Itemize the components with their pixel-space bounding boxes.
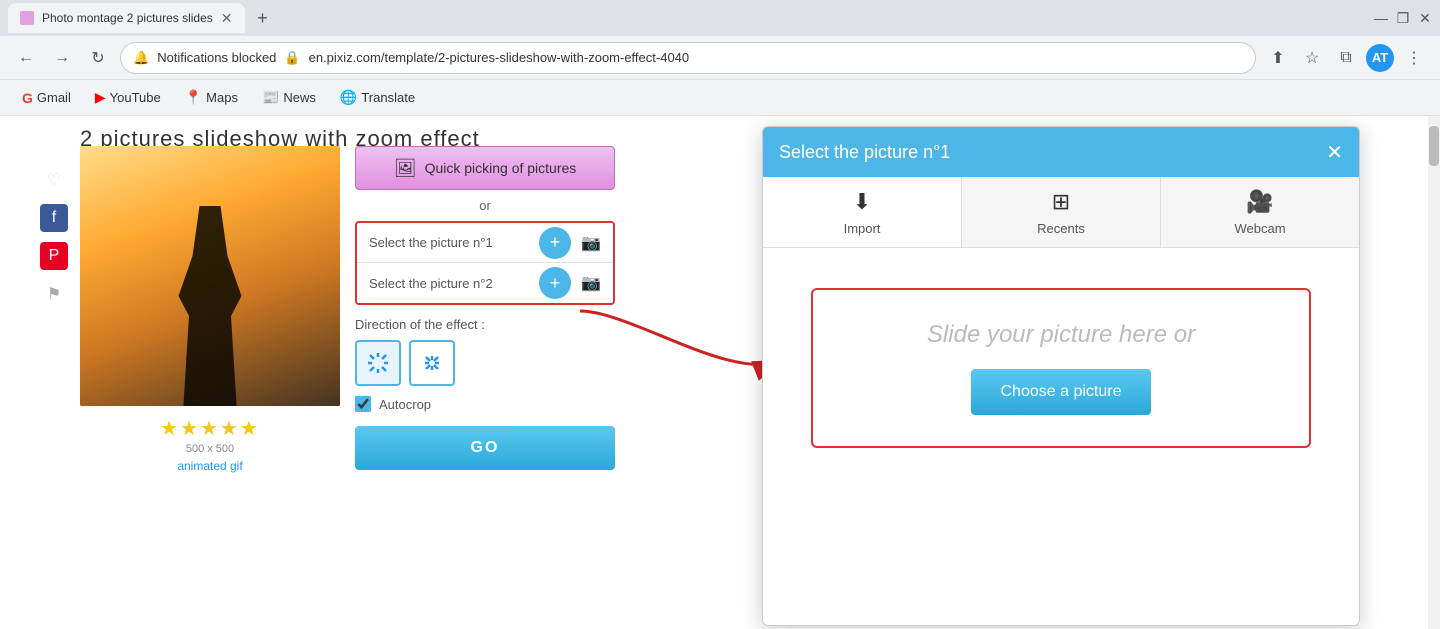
picture-select-group: Select the picture n°1 + 📷 Select the pi… — [355, 221, 615, 305]
import-label: Import — [844, 221, 881, 236]
gmail-icon: G — [22, 90, 33, 106]
youtube-icon: ▶ — [95, 89, 106, 106]
facebook-icon[interactable]: f — [40, 204, 68, 232]
bookmark-youtube[interactable]: ▶ YouTube — [85, 85, 171, 110]
quick-pick-button[interactable]: 🖼 Quick picking of pictures — [355, 146, 615, 190]
dialog-tabs: ⬇ Import ⊞ Recents 🎥 Webcam — [763, 177, 1359, 248]
picture2-label: Select the picture n°2 — [357, 276, 539, 291]
close-button[interactable]: ✕ — [1418, 11, 1432, 25]
social-sidebar: ♡ f P ⚑ — [40, 166, 68, 308]
window-controls: — ❐ ✕ — [1374, 11, 1432, 25]
dialog-body: Slide your picture here or Choose a pict… — [763, 248, 1359, 468]
dialog-title: Select the picture n°1 — [779, 142, 950, 163]
quick-pick-icon: 🖼 — [394, 158, 417, 179]
direction-zoom-out[interactable] — [409, 340, 455, 386]
translate-label: Translate — [361, 90, 415, 105]
direction-options — [355, 340, 615, 386]
news-icon: 📰 — [262, 89, 279, 106]
recents-label: Recents — [1037, 221, 1085, 236]
tab-recents[interactable]: ⊞ Recents — [962, 177, 1161, 247]
star-rating: ★★★★★ — [80, 416, 340, 441]
notification-blocked-icon: 🔔 — [133, 50, 149, 66]
lock-icon: 🔒 — [284, 50, 300, 66]
silhouette — [175, 206, 245, 406]
animated-gif-link[interactable]: animated gif — [80, 459, 340, 473]
translate-icon: 🌐 — [340, 89, 357, 106]
heart-icon[interactable]: ♡ — [40, 166, 68, 194]
picture2-row: Select the picture n°2 + 📷 — [357, 263, 613, 303]
go-button[interactable]: GO — [355, 426, 615, 470]
address-bar-actions: ⬆ ☆ ⧉ AT ⋮ — [1264, 44, 1428, 72]
split-button[interactable]: ⧉ — [1332, 44, 1360, 72]
dimensions: 500 x 500 — [80, 443, 340, 455]
choose-picture-button[interactable]: Choose a picture — [971, 369, 1151, 415]
pinterest-icon[interactable]: P — [40, 242, 68, 270]
autocrop-checkbox[interactable] — [355, 396, 371, 412]
drop-area[interactable]: Slide your picture here or Choose a pict… — [811, 288, 1311, 448]
notification-blocked-text: Notifications blocked — [157, 50, 276, 65]
maximize-button[interactable]: ❐ — [1396, 11, 1410, 25]
tab-close-button[interactable]: ✕ — [221, 10, 233, 27]
bookmark-maps[interactable]: 📍 Maps — [175, 85, 248, 110]
youtube-label: YouTube — [110, 90, 161, 105]
tab-favicon — [20, 11, 34, 25]
tab-import[interactable]: ⬇ Import — [763, 177, 962, 247]
tab-webcam[interactable]: 🎥 Webcam — [1161, 177, 1359, 247]
maps-icon: 📍 — [185, 89, 202, 106]
title-bar: Photo montage 2 pictures slides ✕ + — ❐ … — [0, 0, 1440, 36]
share-button[interactable]: ⬆ — [1264, 44, 1292, 72]
news-label: News — [283, 90, 316, 105]
preview-info: ★★★★★ 500 x 500 animated gif — [80, 416, 340, 473]
or-divider: or — [355, 198, 615, 213]
preview-image — [80, 146, 340, 406]
webcam-icon: 🎥 — [1246, 189, 1273, 215]
flag-icon[interactable]: ⚑ — [40, 280, 68, 308]
picture1-row: Select the picture n°1 + 📷 — [357, 223, 613, 263]
avatar[interactable]: AT — [1366, 44, 1394, 72]
bookmark-news[interactable]: 📰 News — [252, 85, 326, 110]
refresh-button[interactable]: ↻ — [84, 44, 112, 72]
maps-label: Maps — [206, 90, 238, 105]
bookmark-button[interactable]: ☆ — [1298, 44, 1326, 72]
tab-title: Photo montage 2 pictures slides — [42, 11, 213, 25]
url-bar[interactable]: 🔔 Notifications blocked 🔒 en.pixiz.com/t… — [120, 42, 1256, 74]
scrollbar-thumb[interactable] — [1429, 126, 1439, 166]
picture1-add-button[interactable]: + — [539, 227, 571, 259]
menu-button[interactable]: ⋮ — [1400, 44, 1428, 72]
picture1-label: Select the picture n°1 — [357, 235, 539, 250]
scrollbar[interactable] — [1428, 116, 1440, 629]
autocrop-label: Autocrop — [379, 397, 431, 412]
bookmark-translate[interactable]: 🌐 Translate — [330, 85, 425, 110]
dialog: Select the picture n°1 ✕ ⬇ Import ⊞ Rece… — [762, 126, 1360, 626]
minimize-button[interactable]: — — [1374, 11, 1388, 25]
picture2-camera-button[interactable]: 📷 — [575, 267, 607, 299]
dialog-header: Select the picture n°1 ✕ — [763, 127, 1359, 177]
gmail-label: Gmail — [37, 90, 71, 105]
direction-label: Direction of the effect : — [355, 317, 615, 332]
direction-zoom-in[interactable] — [355, 340, 401, 386]
recents-icon: ⊞ — [1052, 189, 1070, 215]
drop-text: Slide your picture here or — [927, 321, 1195, 349]
bookmarks-bar: G Gmail ▶ YouTube 📍 Maps 📰 News 🌐 Transl… — [0, 80, 1440, 116]
controls-panel: 🖼 Quick picking of pictures or Select th… — [355, 146, 615, 470]
autocrop-row: Autocrop — [355, 396, 615, 412]
bookmark-gmail[interactable]: G Gmail — [12, 86, 81, 110]
import-icon: ⬇ — [853, 189, 871, 215]
new-tab-button[interactable]: + — [249, 4, 277, 32]
dialog-close-button[interactable]: ✕ — [1326, 140, 1343, 165]
webcam-label: Webcam — [1234, 221, 1285, 236]
back-button[interactable]: ← — [12, 44, 40, 72]
page-content: 2 pictures slideshow with zoom effect ♡ … — [0, 116, 1440, 629]
picture1-camera-button[interactable]: 📷 — [575, 227, 607, 259]
quick-pick-label: Quick picking of pictures — [425, 160, 577, 176]
picture2-add-button[interactable]: + — [539, 267, 571, 299]
preview-image-inner — [80, 146, 340, 406]
address-bar: ← → ↻ 🔔 Notifications blocked 🔒 en.pixiz… — [0, 36, 1440, 80]
url-text: en.pixiz.com/template/2-pictures-slidesh… — [309, 50, 1243, 65]
active-tab[interactable]: Photo montage 2 pictures slides ✕ — [8, 3, 245, 33]
forward-button[interactable]: → — [48, 44, 76, 72]
